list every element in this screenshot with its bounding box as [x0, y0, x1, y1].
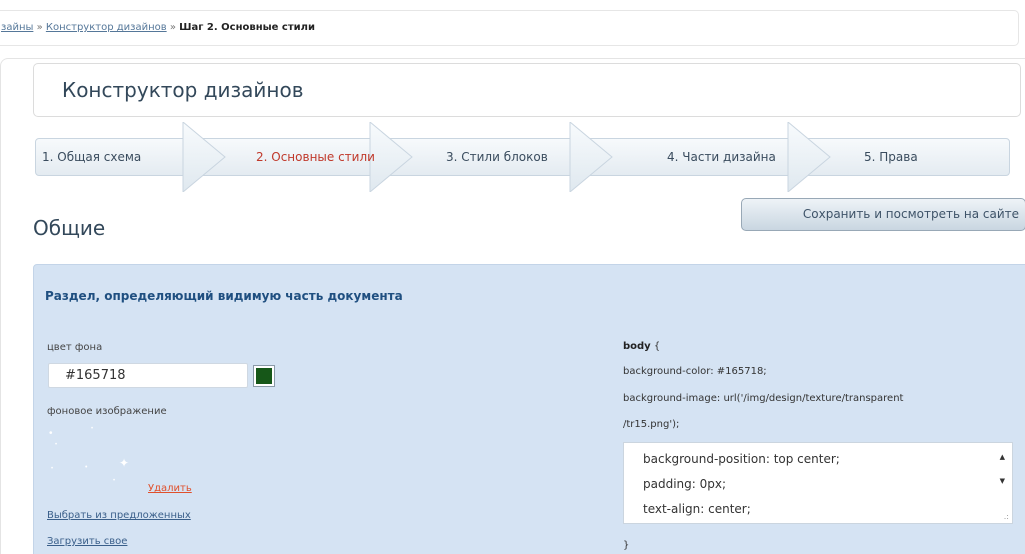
panel-heading: Раздел, определяющий видимую часть докум… [45, 289, 403, 303]
extra-css-line: background-position: top center; [643, 452, 840, 466]
step-2[interactable]: 2. Основные стили [256, 138, 375, 176]
section-title: Общие [33, 216, 106, 240]
step-1[interactable]: 1. Общая схема [42, 138, 141, 176]
star-dot-icon: • [51, 466, 54, 472]
star-icon: ✦ [119, 456, 130, 470]
css-line-bg-image: background-image: url('/img/design/textu… [623, 393, 904, 404]
star-dot-icon: • [113, 478, 116, 484]
css-open-brace: { [650, 341, 661, 352]
page-title-box: Конструктор дизайнов [33, 63, 1021, 117]
breadcrumb-link-constructor[interactable]: Конструктор дизайнов [46, 22, 167, 33]
step-3[interactable]: 3. Стили блоков [446, 138, 548, 176]
choose-image-link[interactable]: Выбрать из предложенных [47, 510, 191, 521]
extra-css-textarea[interactable]: background-position: top center; padding… [623, 442, 1013, 524]
extra-css-line: padding: 0px; [643, 477, 727, 491]
resize-grip-icon[interactable]: .: [1004, 512, 1009, 521]
extra-css-line: text-align: center; [643, 502, 751, 516]
step-5[interactable]: 5. Права [864, 138, 918, 176]
star-dot-icon: • [55, 442, 58, 448]
star-dot-icon: • [85, 464, 88, 471]
css-selector: body [623, 341, 651, 352]
css-close-brace: } [623, 540, 630, 551]
bg-color-input[interactable]: #165718 [48, 363, 248, 388]
step-4[interactable]: 4. Части дизайна [667, 138, 776, 176]
upload-image-link[interactable]: Загрузить свое [47, 536, 127, 547]
css-selector-line: body { [623, 341, 660, 352]
bg-color-label: цвет фона [47, 342, 103, 353]
breadcrumb-current: Шаг 2. Основные стили [179, 22, 315, 33]
page-title: Конструктор дизайнов [62, 78, 304, 102]
step-arrow-3 [569, 122, 613, 192]
step-arrow-1 [182, 122, 226, 192]
star-dot-icon: • [49, 428, 53, 439]
breadcrumb: зайны » Конструктор дизайнов » Шаг 2. Ос… [0, 10, 1019, 46]
css-line-bg-image-cont: /tr15.png'); [623, 419, 680, 430]
css-line-bg-color: background-color: #165718; [623, 366, 767, 377]
bg-image-preview: • • • ✦ • • • [45, 420, 155, 495]
step-arrow-2 [369, 122, 413, 192]
breadcrumb-link-designs[interactable]: зайны [1, 22, 33, 33]
save-and-view-button[interactable]: Сохранить и посмотреть на сайте [741, 198, 1025, 231]
step-arrow-4 [787, 122, 831, 192]
breadcrumb-separator: » [166, 22, 180, 33]
delete-image-link[interactable]: Удалить [148, 483, 192, 494]
star-dot-icon: • [91, 426, 94, 432]
breadcrumb-separator: » [33, 22, 46, 33]
color-picker-swatch[interactable] [253, 365, 275, 387]
bg-image-label: фоновое изображение [47, 406, 167, 417]
scroll-up-arrow-icon[interactable]: ▲ [1000, 453, 1005, 461]
scroll-down-arrow-icon[interactable]: ▼ [1000, 477, 1005, 485]
wizard-steps: 1. Общая схема 2. Основные стили 3. Стил… [35, 122, 1010, 192]
